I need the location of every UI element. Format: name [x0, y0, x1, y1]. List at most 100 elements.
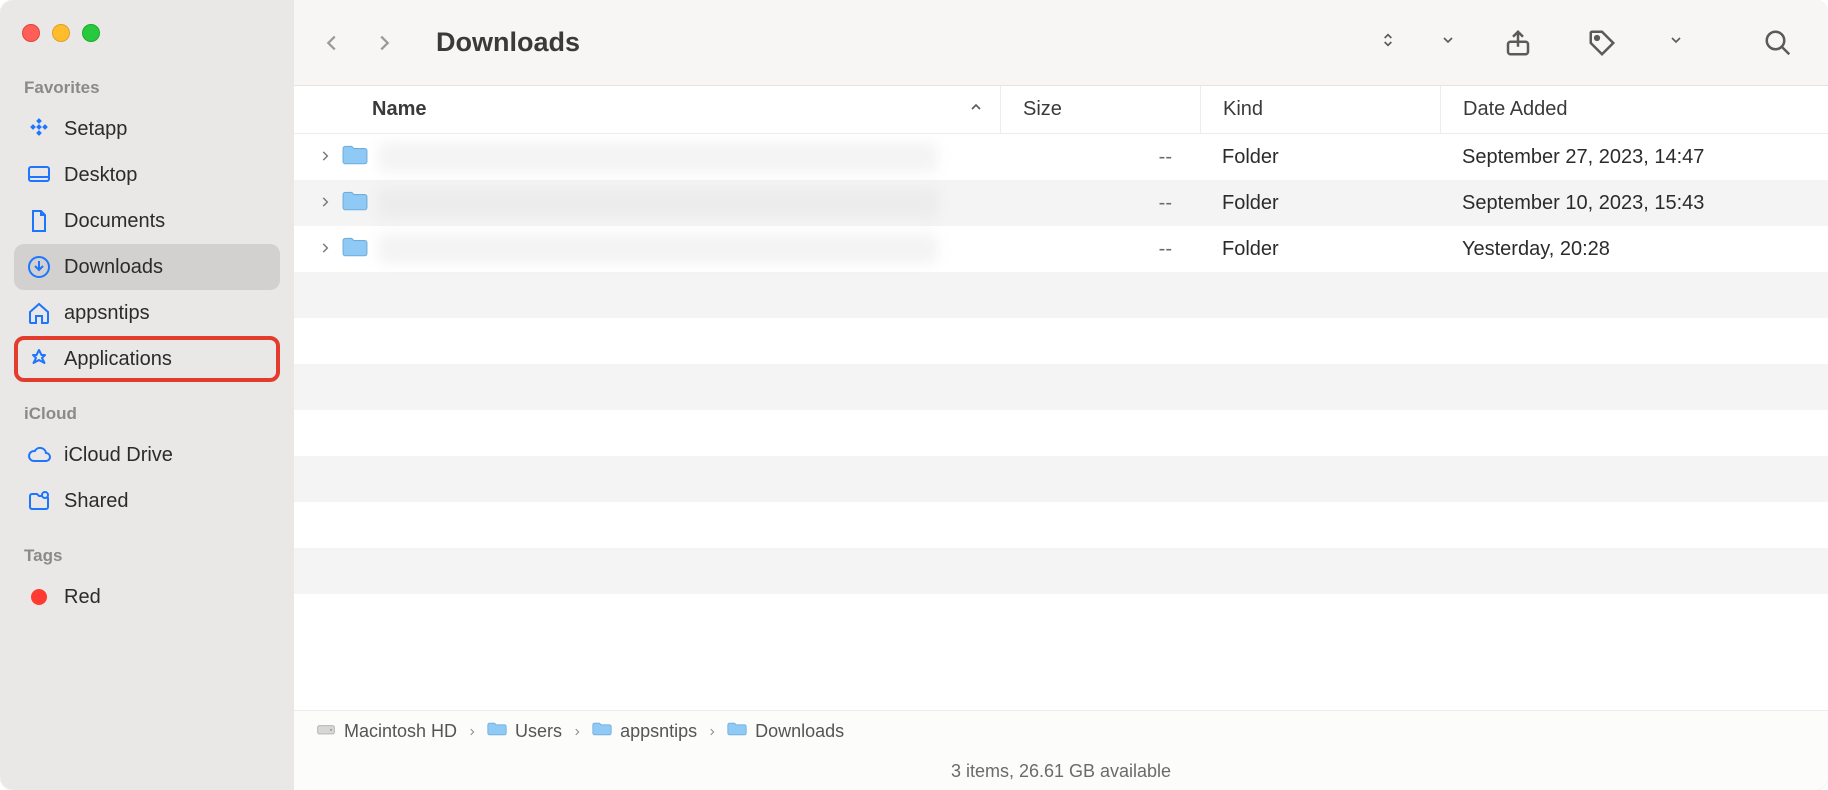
column-header-size[interactable]: Size	[1000, 86, 1200, 133]
sidebar-item-desktop[interactable]: Desktop	[14, 152, 280, 198]
path-label: Macintosh HD	[344, 721, 457, 742]
path-segment[interactable]: Downloads	[727, 720, 844, 743]
folder-mini-icon	[487, 720, 507, 743]
applications-icon	[26, 346, 52, 372]
cell-kind: Folder	[1200, 192, 1440, 215]
sidebar: Favorites Setapp Desktop Documents Downl…	[0, 0, 294, 790]
folder-mini-icon	[727, 720, 747, 743]
folder-icon	[342, 235, 368, 263]
finder-window: Favorites Setapp Desktop Documents Downl…	[0, 0, 1828, 790]
column-header-name[interactable]: Name	[294, 86, 1000, 133]
minimize-window-button[interactable]	[52, 24, 70, 42]
sidebar-item-appsntips[interactable]: appsntips	[14, 290, 280, 336]
path-label: appsntips	[620, 721, 697, 742]
sidebar-item-icloud-drive[interactable]: iCloud Drive	[14, 432, 280, 478]
sidebar-item-label: iCloud Drive	[64, 444, 173, 467]
main-area: Downloads	[294, 0, 1828, 790]
shared-folder-icon	[26, 488, 52, 514]
chevron-right-icon	[467, 721, 477, 742]
column-headers: Name Size Kind Date Added	[294, 86, 1828, 134]
column-header-date-added[interactable]: Date Added	[1440, 86, 1828, 133]
sidebar-item-label: Applications	[64, 348, 172, 371]
disclosure-triangle-icon[interactable]	[318, 146, 332, 169]
cell-size: --	[1000, 146, 1200, 169]
folder-icon	[342, 143, 368, 171]
sidebar-item-label: Shared	[64, 490, 129, 513]
action-menu-button[interactable]	[1664, 32, 1684, 53]
path-label: Users	[515, 721, 562, 742]
column-header-kind[interactable]: Kind	[1200, 86, 1440, 133]
tags-button[interactable]	[1580, 23, 1624, 63]
chevron-down-icon	[1668, 32, 1684, 53]
table-row-empty	[294, 548, 1828, 594]
sidebar-item-applications[interactable]: Applications	[14, 336, 280, 382]
sidebar-tag-red[interactable]: Red	[14, 574, 280, 620]
file-name-redacted	[378, 142, 938, 172]
cell-date-added: Yesterday, 20:28	[1440, 238, 1828, 261]
path-segment[interactable]: appsntips	[592, 720, 697, 743]
sidebar-item-downloads[interactable]: Downloads	[14, 244, 280, 290]
disk-icon	[316, 720, 336, 743]
cell-kind: Folder	[1200, 238, 1440, 261]
back-button[interactable]	[312, 23, 352, 63]
table-row[interactable]: -- Folder September 10, 2023, 15:43	[294, 180, 1828, 226]
path-label: Downloads	[755, 721, 844, 742]
downloads-icon	[26, 254, 52, 280]
sidebar-section-icloud: iCloud	[14, 396, 280, 432]
share-button[interactable]	[1496, 23, 1540, 63]
zoom-window-button[interactable]	[82, 24, 100, 42]
sidebar-item-label: Red	[64, 586, 101, 609]
table-row[interactable]: -- Folder Yesterday, 20:28	[294, 226, 1828, 272]
folder-icon	[342, 189, 368, 217]
file-list: -- Folder September 27, 2023, 14:47 -- F…	[294, 134, 1828, 710]
setapp-icon	[26, 116, 52, 142]
table-row-empty	[294, 272, 1828, 318]
table-row-empty	[294, 364, 1828, 410]
table-row-empty	[294, 410, 1828, 456]
sort-ascending-icon	[968, 98, 984, 121]
sidebar-item-label: Desktop	[64, 164, 137, 187]
table-row-empty	[294, 318, 1828, 364]
sidebar-item-label: Setapp	[64, 118, 127, 141]
cloud-icon	[26, 442, 52, 468]
group-button[interactable]	[1436, 32, 1456, 53]
table-row[interactable]: -- Folder September 27, 2023, 14:47	[294, 134, 1828, 180]
forward-button[interactable]	[364, 23, 404, 63]
file-name-redacted	[378, 234, 938, 264]
folder-mini-icon	[592, 720, 612, 743]
window-title: Downloads	[436, 27, 580, 58]
window-controls	[14, 14, 280, 70]
sidebar-item-documents[interactable]: Documents	[14, 198, 280, 244]
sidebar-item-label: Documents	[64, 210, 165, 233]
cell-date-added: September 10, 2023, 15:43	[1440, 192, 1828, 215]
file-name-redacted	[378, 188, 938, 218]
table-row-empty	[294, 456, 1828, 502]
sidebar-item-label: appsntips	[64, 302, 150, 325]
view-list-button[interactable]	[1376, 32, 1396, 53]
documents-icon	[26, 208, 52, 234]
sidebar-item-shared[interactable]: Shared	[14, 478, 280, 524]
path-segment[interactable]: Users	[487, 720, 562, 743]
search-button[interactable]	[1756, 23, 1800, 63]
column-label: Size	[1023, 98, 1062, 121]
cell-size: --	[1000, 192, 1200, 215]
column-label: Kind	[1223, 98, 1263, 121]
cell-size: --	[1000, 238, 1200, 261]
path-bar: Macintosh HD Users appsntips Downloads	[294, 710, 1828, 752]
sidebar-item-label: Downloads	[64, 256, 163, 279]
tag-red-icon	[26, 584, 52, 610]
disclosure-triangle-icon[interactable]	[318, 192, 332, 215]
column-label: Name	[372, 98, 426, 121]
home-icon	[26, 300, 52, 326]
sidebar-item-setapp[interactable]: Setapp	[14, 106, 280, 152]
chevron-down-icon	[1440, 32, 1456, 53]
cell-date-added: September 27, 2023, 14:47	[1440, 146, 1828, 169]
cell-kind: Folder	[1200, 146, 1440, 169]
toolbar: Downloads	[294, 0, 1828, 86]
up-down-chevron-icon	[1380, 32, 1396, 53]
sidebar-section-favorites: Favorites	[14, 70, 280, 106]
disclosure-triangle-icon[interactable]	[318, 238, 332, 261]
chevron-right-icon	[572, 721, 582, 742]
close-window-button[interactable]	[22, 24, 40, 42]
path-segment[interactable]: Macintosh HD	[316, 720, 457, 743]
